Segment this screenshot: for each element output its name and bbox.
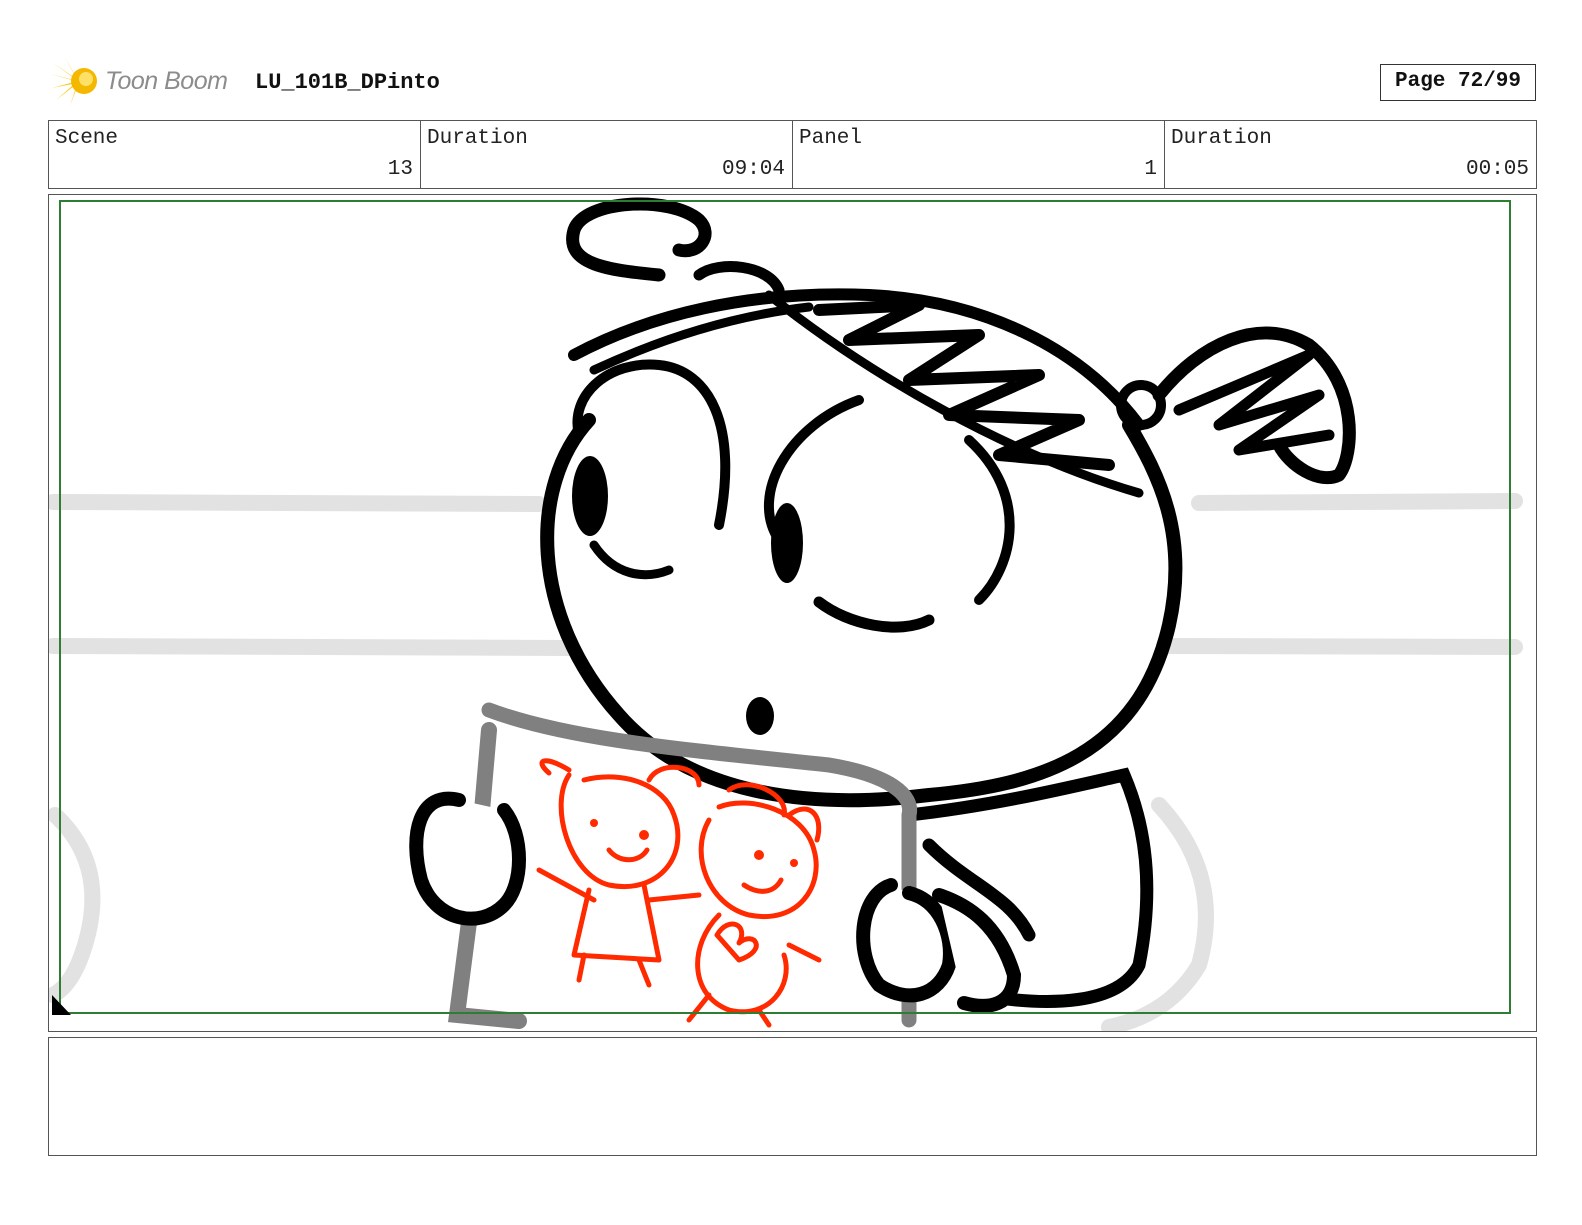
- starburst-icon: [50, 56, 97, 106]
- scene-label: Scene: [55, 127, 119, 150]
- toon-boom-logo: Toon Boom: [50, 56, 240, 106]
- scene-duration-value: 09:04: [721, 158, 785, 181]
- scene-duration-cell: Duration 09:04: [421, 121, 793, 188]
- panel-duration-cell: Duration 00:05: [1165, 121, 1536, 188]
- panel-value: 1: [1144, 158, 1157, 181]
- panel-cell: Panel 1: [793, 121, 1165, 188]
- project-name: LU_101B_DPinto: [255, 70, 440, 95]
- info-table: Scene 13 Duration 09:04 Panel 1 Duration…: [48, 120, 1537, 189]
- panel-label: Panel: [799, 127, 863, 150]
- panel-duration-value: 00:05: [1465, 158, 1529, 181]
- logo-text: Toon Boom: [105, 67, 228, 95]
- page-indicator: Page 72/99: [1380, 64, 1536, 101]
- girl-mouth-line: [813, 596, 935, 633]
- panel-duration-label: Duration: [1171, 127, 1272, 150]
- camera-frame: [59, 200, 1511, 1014]
- scene-value: 13: [387, 158, 413, 181]
- scene-cell: Scene 13: [49, 121, 421, 188]
- panel-drawing: [49, 197, 1523, 1031]
- panel-notes: [48, 1037, 1537, 1156]
- scene-duration-label: Duration: [427, 127, 528, 150]
- girl-hands: [409, 791, 1022, 1013]
- storyboard-panel: [48, 194, 1537, 1032]
